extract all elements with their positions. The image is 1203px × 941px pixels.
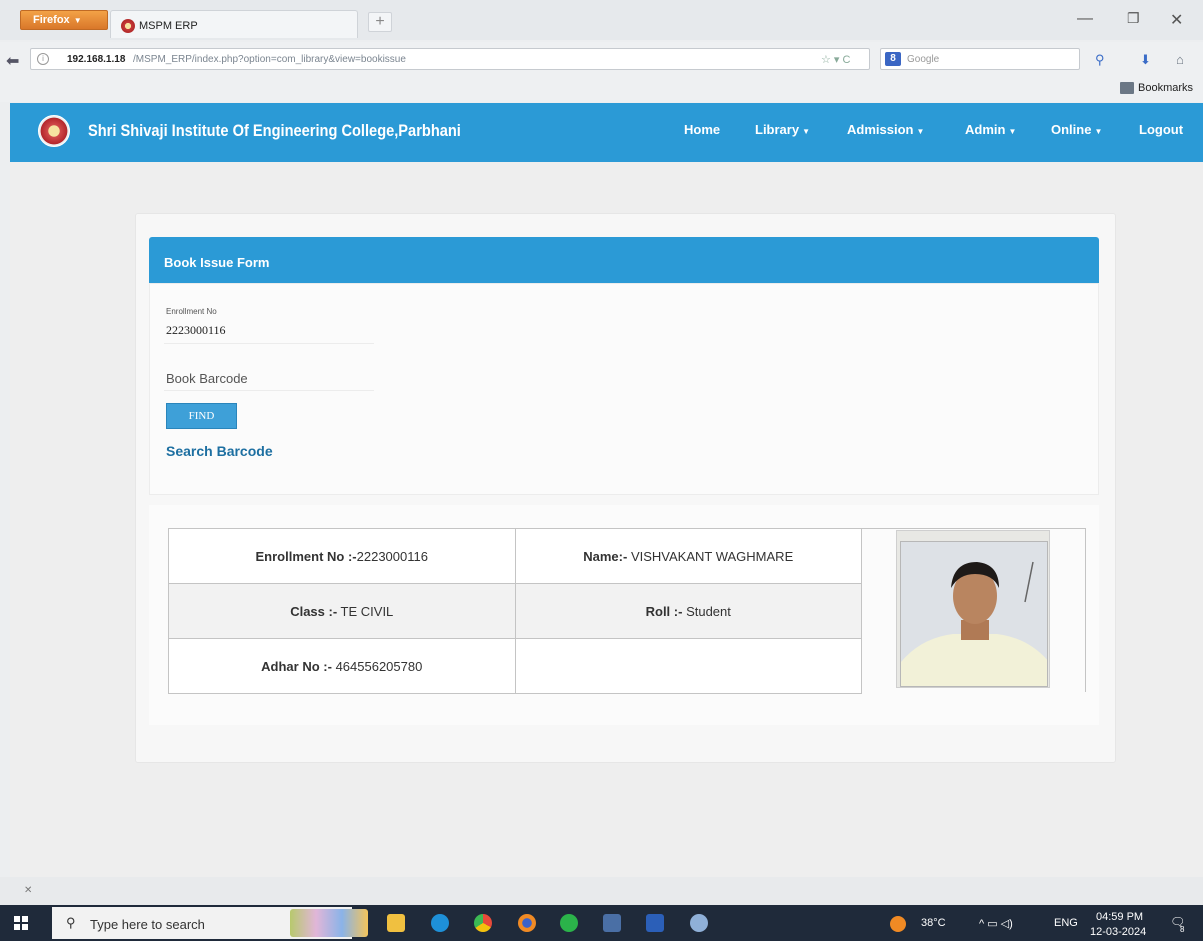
search-placeholder: Google — [907, 54, 940, 65]
clock-date[interactable]: 12-03-2024 — [1090, 926, 1146, 938]
caret-down-icon: ▼ — [1094, 127, 1103, 136]
notification-strip: ✕ — [0, 877, 1203, 905]
roll-value: Student — [686, 603, 731, 619]
caret-down-icon: ▼ — [1008, 127, 1017, 136]
close-icon[interactable]: ✕ — [24, 885, 32, 896]
enrollment-input[interactable] — [164, 318, 374, 344]
browser-titlebar: Firefox ▼ MSPM ERP + — ❐ ✕ — [0, 0, 1203, 40]
form-title: Book Issue Form — [164, 255, 270, 270]
home-icon[interactable]: ⌂ — [1176, 52, 1184, 67]
enrollment-key: Enrollment No :- — [255, 548, 357, 564]
google-icon: 8 — [885, 52, 901, 66]
bookmarks-bar: Bookmarks — [0, 76, 1203, 102]
caret-down-icon: ▼ — [916, 127, 925, 136]
reload-icon[interactable]: ☆ ▾ C — [821, 53, 850, 66]
notification-badge: 8 — [1180, 925, 1185, 934]
roll-cell: Roll :- Student — [514, 583, 862, 639]
close-icon[interactable]: ✕ — [1170, 10, 1183, 30]
tab-title: MSPM ERP — [139, 20, 198, 32]
chrome-icon[interactable] — [474, 914, 492, 932]
adhar-cell: Adhar No :- 464556205780 — [168, 638, 516, 694]
name-cell: Name:- VISHVAKANT WAGHMARE — [514, 528, 862, 584]
menu-admission[interactable]: Admission ▼ — [847, 122, 924, 137]
menu-library[interactable]: Library ▼ — [755, 122, 810, 137]
word-icon[interactable] — [646, 914, 664, 932]
site-info-icon[interactable]: i — [37, 53, 49, 65]
restore-icon[interactable]: ❐ — [1127, 10, 1140, 27]
menu-admin-label: Admin — [965, 122, 1006, 137]
caret-down-icon: ▼ — [802, 127, 810, 136]
temperature[interactable]: 38°C — [921, 917, 946, 929]
firefox-icon[interactable] — [518, 914, 536, 932]
name-key: Name:- — [583, 548, 628, 564]
adhar-value: 464556205780 — [335, 658, 423, 674]
adhar-key: Adhar No :- — [261, 658, 332, 674]
taskbar-search-placeholder: Type here to search — [90, 917, 205, 932]
file-explorer-icon[interactable] — [387, 914, 405, 932]
language-indicator[interactable]: ENG — [1054, 917, 1078, 929]
find-button[interactable]: FIND — [166, 403, 237, 429]
student-info-table: Enrollment No :-2223000116 Name:- VISHVA… — [168, 528, 862, 694]
class-key: Class :- — [290, 603, 338, 619]
whatsapp-icon[interactable] — [560, 914, 578, 932]
college-logo — [38, 115, 70, 147]
search-icon[interactable]: ⚲ — [1095, 52, 1105, 68]
menu-logout[interactable]: Logout — [1139, 122, 1183, 137]
clock-time[interactable]: 04:59 PM — [1096, 911, 1143, 923]
search-icon: ⚲ — [66, 915, 76, 930]
name-value: VISHVAKANT WAGHMARE — [630, 548, 794, 564]
table-row: Adhar No :- 464556205780 — [168, 638, 862, 694]
menu-home[interactable]: Home — [684, 122, 720, 137]
menu-online[interactable]: Online ▼ — [1051, 122, 1102, 137]
back-arrow-icon[interactable]: ⬅ — [6, 51, 19, 71]
table-row: Class :- TE CIVIL Roll :- Student — [168, 583, 862, 639]
new-tab-button[interactable]: + — [368, 12, 392, 32]
search-barcode-link[interactable]: Search Barcode — [166, 443, 273, 459]
enrollment-label: Enrollment No — [166, 307, 217, 316]
firefox-menu-label: Firefox — [33, 14, 70, 26]
edge-icon[interactable] — [431, 914, 449, 932]
weather-icon[interactable] — [890, 916, 906, 932]
tray-icons[interactable]: ^ ▭ ◁) — [979, 917, 1013, 930]
browser-tab[interactable]: MSPM ERP — [110, 10, 358, 38]
minimize-icon[interactable]: — — [1077, 10, 1093, 28]
favicon-icon — [121, 19, 135, 33]
bookmarks-label[interactable]: Bookmarks — [1138, 82, 1193, 94]
download-icon[interactable]: ⬇ — [1140, 52, 1151, 68]
url-path: /MSPM_ERP/index.php?option=com_library&v… — [133, 54, 406, 65]
student-photo — [900, 541, 1048, 687]
class-value: TE CIVIL — [340, 603, 394, 619]
url-host: 192.168.1.18 — [67, 54, 126, 65]
search-highlight-image — [290, 909, 368, 937]
student-photo-image — [901, 542, 1047, 686]
empty-cell — [514, 638, 862, 694]
menu-library-label: Library — [755, 122, 800, 137]
app-icon[interactable] — [603, 914, 621, 932]
enrollment-cell: Enrollment No :-2223000116 — [168, 528, 516, 584]
roll-key: Roll :- — [645, 603, 683, 619]
chevron-down-icon: ▼ — [73, 16, 82, 25]
address-bar[interactable]: i 192.168.1.18 /MSPM_ERP/index.php?optio… — [30, 48, 870, 70]
app-header: Shri Shivaji Institute Of Engineering Co… — [10, 103, 1203, 162]
paint-icon[interactable] — [690, 914, 708, 932]
college-name: Shri Shivaji Institute Of Engineering Co… — [88, 121, 461, 140]
enrollment-value: 2223000116 — [356, 548, 428, 564]
class-cell: Class :- TE CIVIL — [168, 583, 516, 639]
book-barcode-input[interactable] — [164, 367, 374, 391]
table-row: Enrollment No :-2223000116 Name:- VISHVA… — [168, 528, 862, 584]
firefox-menu-button[interactable]: Firefox ▼ — [20, 10, 108, 30]
search-bar[interactable]: 8 Google — [880, 48, 1080, 70]
menu-admin[interactable]: Admin ▼ — [965, 122, 1016, 137]
bookmarks-icon — [1120, 82, 1134, 94]
menu-online-label: Online — [1051, 122, 1092, 137]
card-header: Book Issue Form — [149, 237, 1099, 283]
windows-taskbar: ⚲ Type here to search 38°C ^ ▭ ◁) ENG 04… — [0, 905, 1203, 941]
menu-admission-label: Admission — [847, 122, 914, 137]
windows-start-icon[interactable] — [14, 916, 28, 930]
browser-navbar: ⬅ i 192.168.1.18 /MSPM_ERP/index.php?opt… — [0, 42, 1203, 76]
